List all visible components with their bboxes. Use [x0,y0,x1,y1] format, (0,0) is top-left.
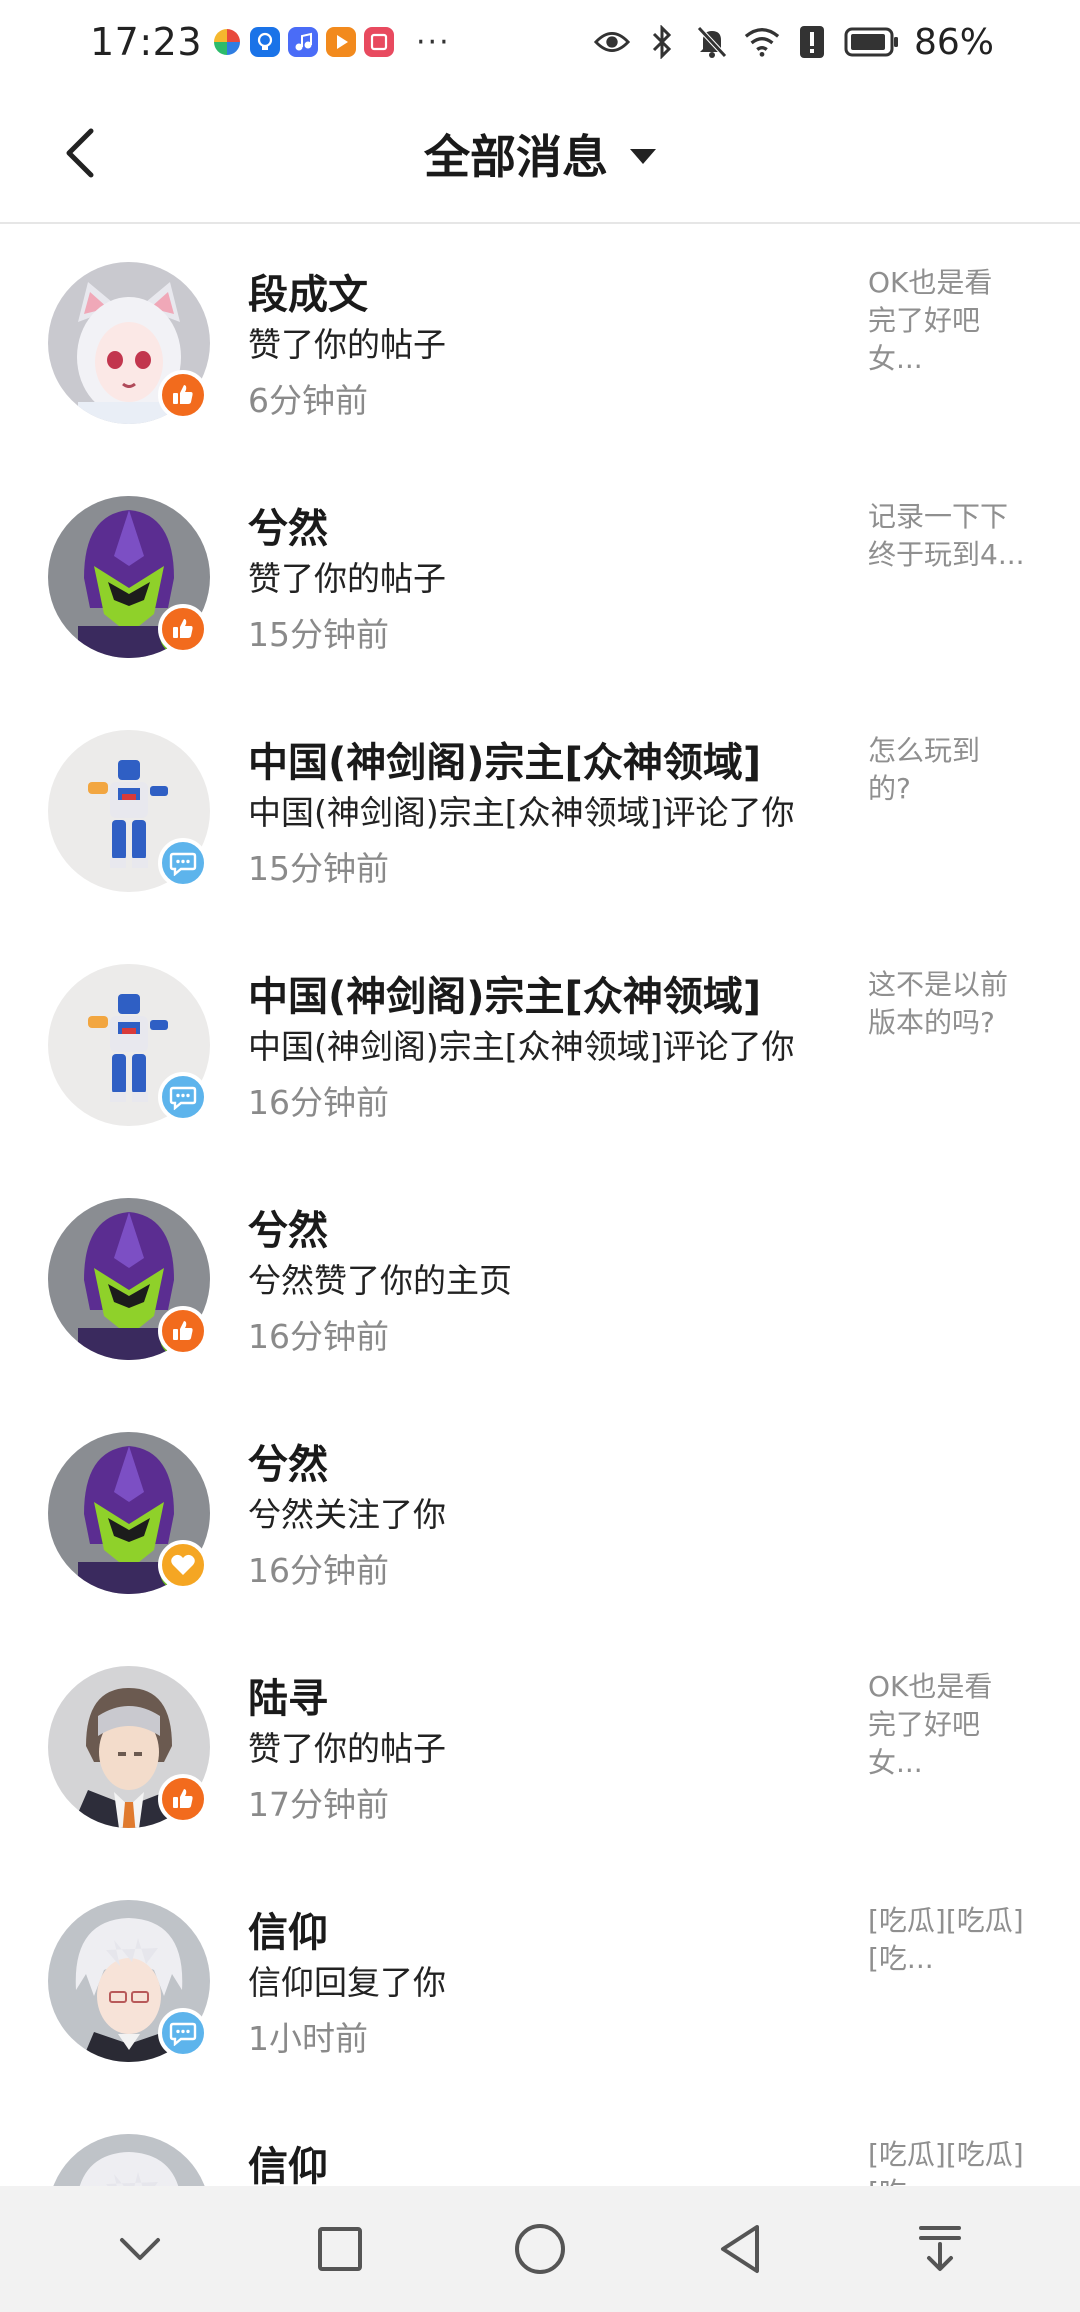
music-app-icon [288,27,319,57]
sender-name[interactable]: 信仰 [248,1900,328,1958]
message-action: 中国(神剑阁)宗主[众神领域]评论了你 [248,1027,795,1066]
video-app-icon [326,27,357,57]
message-action: 兮然关注了你 [248,1495,446,1534]
bulb-app-icon [250,27,281,57]
message-time: 6分钟前 [248,381,368,420]
top-app-bar: 全部消息 [0,84,1080,224]
avatar[interactable] [48,2134,210,2186]
notification-shade-button[interactable] [895,2204,985,2294]
thumbs-up-icon [173,1789,193,1808]
sender-name[interactable]: 中国(神剑阁)宗主[众神领域] [248,730,761,788]
status-time: 17:23 [90,20,203,64]
message-row[interactable]: 中国(神剑阁)宗主[众神领域] 中国(神剑阁)宗主[众神领域]评论了你 16分钟前 这… [0,928,1080,1162]
message-list[interactable]: 段成文 赞了你的帖子 6分钟前 OK也是看 完了好吧 女... 兮然 赞了你的帖子 15分钟… [0,226,1080,2186]
notification-icons: ··· [212,25,451,60]
message-action: 赞了你的帖子 [248,559,446,598]
wifi-icon [744,24,780,60]
battery-icon [844,24,900,60]
chevron-down-icon [120,2238,160,2260]
sender-name[interactable]: 信仰 [248,2134,328,2186]
message-row[interactable]: 兮然兮然关注了你 16分钟前 [0,1396,1080,1630]
sender-name[interactable]: 兮然 [248,496,328,554]
post-preview: 这不是以前 版本的吗? [868,968,1009,1039]
post-preview: OK也是看 完了好吧 女... [868,266,993,375]
caret-down-icon [630,148,656,164]
book-app-icon [364,27,395,57]
message-time: 16分钟前 [248,1083,389,1122]
message-time: 15分钟前 [248,615,389,654]
message-time: 1小时前 [248,2019,368,2058]
post-preview: [吃瓜][吃瓜] [吃... [868,2138,1024,2186]
message-time: 16分钟前 [248,1551,389,1590]
battery-percent: 86% [913,21,994,63]
square-icon [318,2227,362,2271]
eye-icon [593,24,630,60]
like-badge [158,1306,208,1356]
message-action: 兮然赞了你的主页 [248,1261,512,1300]
status-bar: 17:23 ··· 86% [0,0,1080,84]
message-row[interactable]: 兮然兮然赞了你的主页 16分钟前 [0,1162,1080,1396]
like-badge [158,604,208,654]
mute-bell-icon [694,24,730,60]
message-time: 16分钟前 [248,1317,389,1356]
message-row[interactable]: 段成文赞了你的帖子 6分钟前 OK也是看 完了好吧 女... [0,226,1080,460]
comment-icon [169,1086,197,1110]
triangle-back-icon [721,2225,759,2273]
like-badge [158,370,208,420]
recent-apps-button[interactable] [295,2204,385,2294]
post-preview: 怎么玩到 的? [868,734,981,805]
sender-name[interactable]: 兮然 [248,1198,328,1256]
message-row[interactable]: 信仰信仰回复了你 1小时前 [吃瓜][吃瓜] [吃... [0,1864,1080,2098]
sender-name[interactable]: 陆寻 [248,1666,328,1724]
bluetooth-icon [644,24,680,60]
sender-name[interactable]: 中国(神剑阁)宗主[众神领域] [248,964,761,1022]
message-filter-dropdown[interactable]: 全部消息 [0,84,1080,224]
message-action: 中国(神剑阁)宗主[众神领域]评论了你 [248,793,795,832]
message-action: 赞了你的帖子 [248,1729,446,1768]
like-badge [158,1774,208,1824]
hide-keyboard-button[interactable] [95,2204,185,2294]
back-nav-button[interactable] [695,2204,785,2294]
system-icons: 86% [593,21,994,63]
system-nav-bar [0,2186,1080,2312]
comment-icon [169,852,197,876]
message-action: 赞了你的帖子 [248,325,446,364]
message-row[interactable]: 中国(神剑阁)宗主[众神领域] 中国(神剑阁)宗主[众神领域]评论了你 15分钟前 怎… [0,694,1080,928]
heart-icon [171,1554,195,1575]
comment-badge [158,2008,208,2058]
post-preview: 记录一下下 终于玩到4... [868,500,1025,571]
sender-name[interactable]: 段成文 [248,262,368,320]
more-notifications: ··· [416,24,451,60]
message-action: 信仰回复了你 [248,1963,446,2002]
thumbs-up-icon [173,1321,193,1340]
message-row[interactable]: 陆寻赞了你的帖子 17分钟前 OK也是看 完了好吧 女... [0,1630,1080,1864]
thumbs-up-icon [173,385,193,404]
thumbs-up-icon [173,619,193,638]
alert-sim-icon [794,24,830,60]
post-preview: OK也是看 完了好吧 女... [868,1670,993,1779]
message-time: 17分钟前 [248,1785,389,1824]
home-button[interactable] [495,2204,585,2294]
message-row[interactable]: 兮然赞了你的帖子 15分钟前 记录一下下 终于玩到4... [0,460,1080,694]
message-row[interactable]: 信仰 [吃瓜][吃瓜] [吃... [0,2098,1080,2186]
comment-icon [169,2022,197,2046]
message-time: 15分钟前 [248,849,389,888]
comment-badge [158,838,208,888]
comment-badge [158,1072,208,1122]
page-title: 全部消息 [424,130,608,184]
pinwheel-app-icon [212,27,242,57]
circle-icon [515,2224,565,2274]
post-preview: [吃瓜][吃瓜] [吃... [868,1904,1024,1975]
sender-name[interactable]: 兮然 [248,1432,328,1490]
pull-down-icon [919,2226,961,2271]
follow-badge [158,1540,208,1590]
